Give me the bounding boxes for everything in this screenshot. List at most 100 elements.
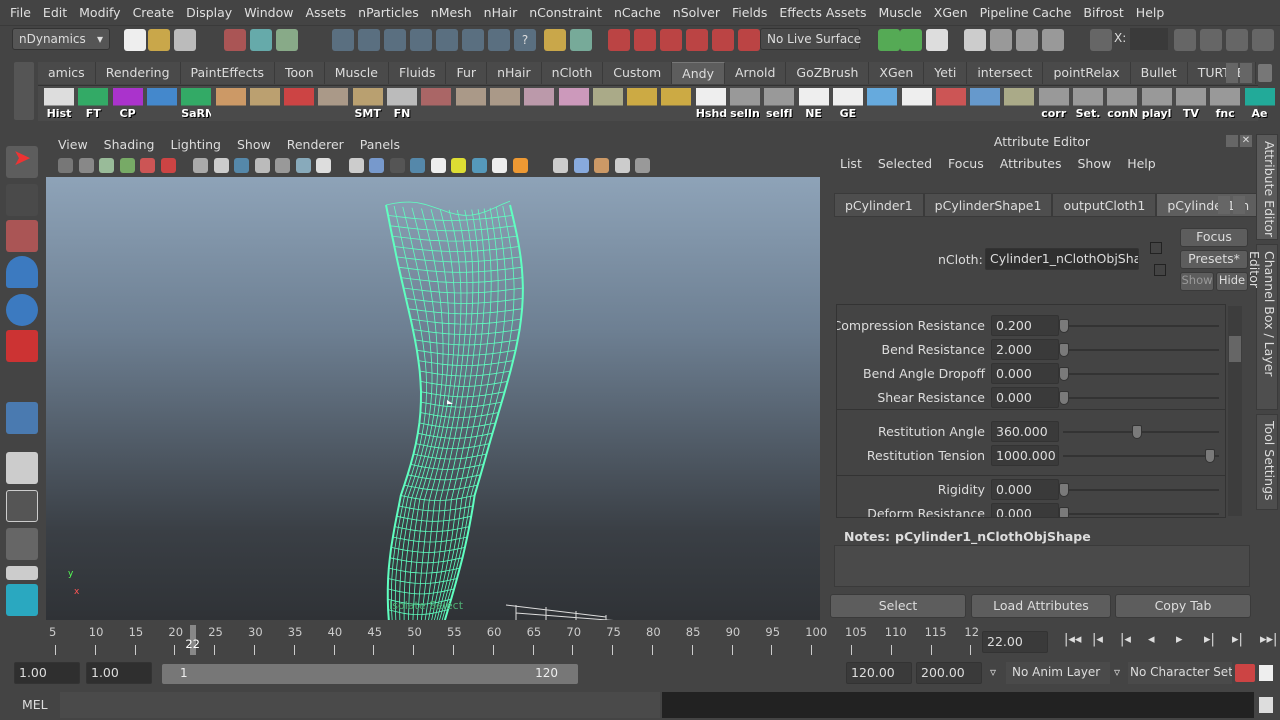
attribute-value-field[interactable]: 0.000 [991,503,1059,517]
paint-select-tool-icon[interactable] [6,220,38,252]
shelf-button-tool-18[interactable] [661,88,692,120]
slider-track[interactable] [1063,325,1219,327]
slider-thumb[interactable] [1059,391,1069,405]
tab-channel-box[interactable]: Channel Box / Layer Editor [1247,244,1278,410]
smooth-wire-icon[interactable] [389,158,405,173]
tab-pcylinder1[interactable]: pCylinder1 [834,193,924,217]
step-back-key-icon[interactable]: |◂ [1092,632,1103,647]
output-ops-icon[interactable] [900,29,922,51]
safe-action-icon[interactable] [254,158,270,173]
select-object-icon[interactable] [250,29,272,51]
shelf-button-ge[interactable]: GE [832,88,863,120]
shelf-button-cp[interactable]: CP [112,88,143,120]
play-backward-icon[interactable]: ◂ [1148,632,1155,647]
anim-start-field[interactable]: 1.00 [86,662,152,684]
panel-menu-view[interactable]: View [50,137,96,152]
shelf-button-ne[interactable]: NE [798,88,829,120]
tab-scroll-right[interactable] [1233,196,1245,214]
snap-grid-icon[interactable] [332,29,354,51]
xray-icon[interactable] [193,158,208,173]
ae-menu-show[interactable]: Show [1069,156,1119,171]
ae-menu-selected[interactable]: Selected [870,156,940,171]
menu-xgen[interactable]: XGen [928,5,974,20]
select-hierarchy-icon[interactable] [224,29,246,51]
attribute-value-field[interactable]: 0.000 [991,363,1059,384]
channel-box-icon[interactable] [1200,29,1222,51]
magnet-mesh-icon[interactable] [686,29,708,51]
shelf-button-tool-13[interactable] [489,88,520,120]
menu-create[interactable]: Create [127,5,181,20]
render-view-icon[interactable] [964,29,986,51]
attribute-value-field[interactable]: 0.000 [991,387,1059,408]
wireframe-on-shaded-icon[interactable] [614,158,630,173]
panel-menu-lighting[interactable]: Lighting [162,137,229,152]
grid-snap-icon[interactable] [140,158,155,173]
shelf-button-hist[interactable]: Hist [44,88,74,120]
shelf-button-hshd[interactable]: Hshd [695,88,726,120]
ipr-render-icon[interactable] [1016,29,1038,51]
snap-plane-icon[interactable] [410,29,432,51]
image-plane-icon[interactable] [119,158,135,173]
shelf-button-tool-15[interactable] [558,88,589,120]
slider-thumb[interactable] [1059,319,1069,333]
attribute-value-field[interactable]: 0.200 [991,315,1059,336]
slider-track[interactable] [1063,373,1219,375]
tool-settings-icon[interactable] [1252,29,1274,51]
menu-file[interactable]: File [4,5,37,20]
input-ops-icon[interactable] [878,29,900,51]
gate-mask-icon[interactable] [295,158,311,173]
show-button[interactable]: Show [1180,272,1214,291]
shelf-tab-ncloth[interactable]: nCloth [541,62,604,84]
shelf-button-tv[interactable]: TV [1175,88,1206,120]
menu-nmesh[interactable]: nMesh [425,5,478,20]
tab-outputcloth1[interactable]: outputCloth1 [1052,193,1157,217]
magnet-point-icon[interactable] [660,29,682,51]
film-gate-icon[interactable] [213,158,229,173]
transform-input-icon[interactable] [1090,29,1112,51]
shelf-button-sarn[interactable]: SaRN [181,88,212,120]
shelf-button-tool-8[interactable] [318,88,349,120]
snap-curve-icon[interactable] [358,29,380,51]
slider-track[interactable] [1063,489,1219,491]
attribute-value-field[interactable]: 0.000 [991,479,1059,500]
shelf-button-selfi[interactable]: selfI [764,88,795,120]
shelf-tab-arnold[interactable]: Arnold [724,62,787,84]
shelf-button-tool-5[interactable] [215,88,246,120]
panel-menu-renderer[interactable]: Renderer [279,137,352,152]
bookmarks-icon[interactable] [99,158,114,173]
slider-track[interactable] [1063,455,1219,457]
default-material-icon[interactable] [410,158,425,173]
textured-icon[interactable] [430,158,446,173]
shelf-button-conn[interactable]: conN [1107,88,1138,120]
cloth-mesh-wireframe[interactable] [46,177,820,620]
time-slider[interactable]: 5 10 15 20 25 30 35 40 45 50 55 60 65 70 75 80 85 90 95 100… [0,623,979,656]
range-slider[interactable]: 1 120 [162,664,578,684]
menu-bifrost[interactable]: Bifrost [1077,5,1129,20]
attribute-editor-icon[interactable] [1226,29,1248,51]
shelf-tab-fluids[interactable]: Fluids [388,62,447,84]
new-scene-icon[interactable] [124,29,146,51]
slider-thumb[interactable] [1059,343,1069,357]
ae-menu-focus[interactable]: Focus [940,156,992,171]
animation-preferences-icon[interactable] [1259,665,1273,681]
ae-menu-list[interactable]: List [832,156,870,171]
shelf-scroll-left[interactable] [1226,63,1238,83]
shelf-button-corr[interactable]: corr [1038,88,1069,120]
live-surface-field[interactable]: No Live Surface [760,28,861,50]
move-tool-icon[interactable] [6,256,38,288]
shelf-button-tool-3[interactable] [146,88,177,120]
load-attributes-button[interactable]: Load Attributes [971,594,1111,618]
menu-set-dropdown[interactable]: nDynamics ▾ [12,28,110,50]
shelf-button-tool-24[interactable] [867,88,898,120]
scale-tool-icon[interactable] [6,330,38,362]
tab-pcylindershape1[interactable]: pCylinderShape1 [923,193,1053,217]
open-scene-icon[interactable] [148,29,170,51]
shelf-scroll-right[interactable] [1240,63,1252,83]
menu-nsolver[interactable]: nSolver [667,5,726,20]
field-chart-icon[interactable] [275,158,290,173]
hide-button[interactable]: Hide [1216,272,1248,291]
motion-blur-icon[interactable] [512,158,528,173]
auto-key-icon[interactable] [1235,664,1255,682]
magnet-live-icon[interactable] [738,29,760,51]
shelf-button-tool-26[interactable] [935,88,966,120]
